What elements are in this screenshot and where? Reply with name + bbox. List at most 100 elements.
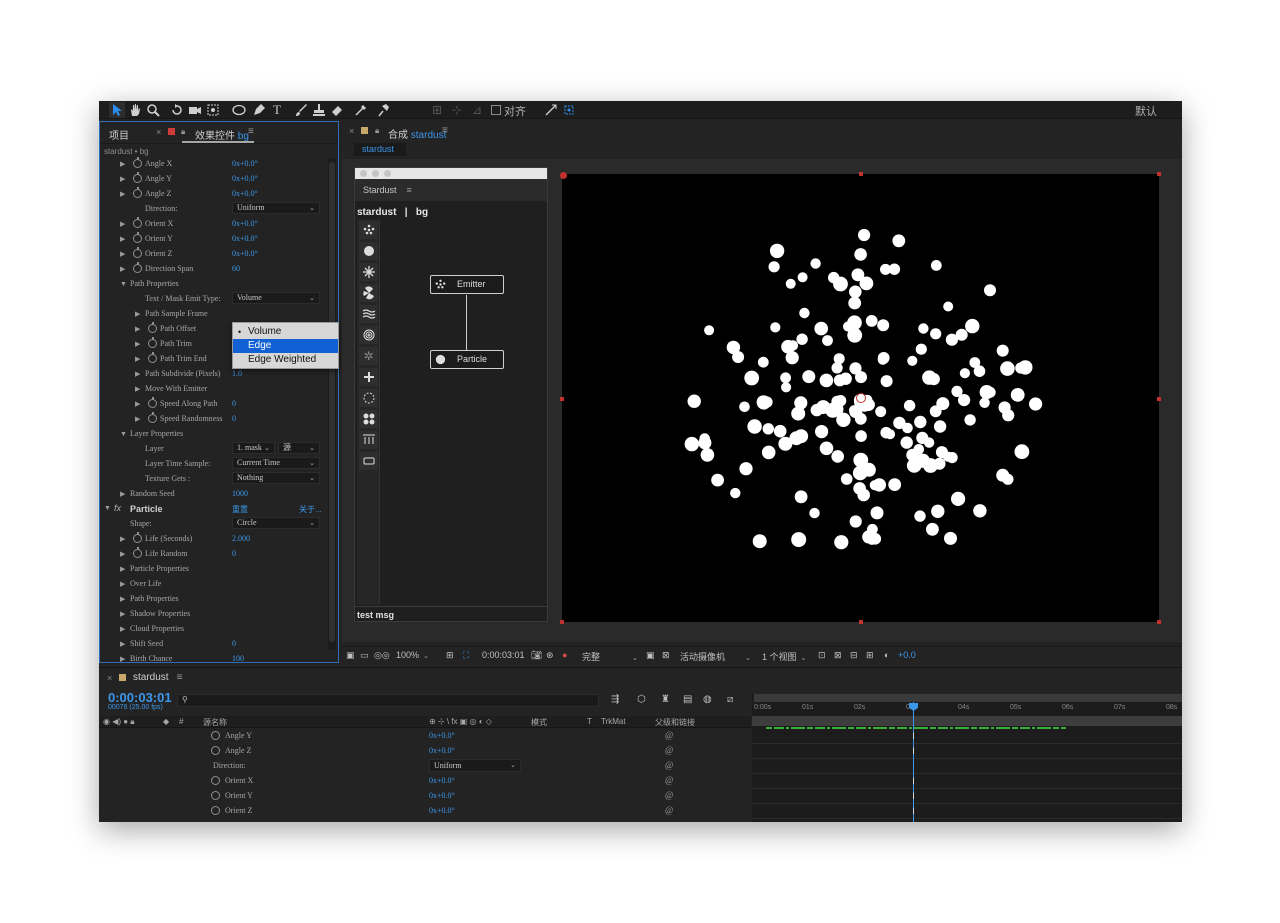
property-random-seed[interactable]: ▶ Random Seed 1000 — [100, 488, 326, 503]
comp-flowchart-tab[interactable]: stardust — [354, 143, 406, 156]
mask-visibility-icon[interactable]: ⛶ — [463, 650, 469, 661]
property-layer-time-sample[interactable]: Layer Time Sample: Current Time ⌄ — [100, 457, 326, 473]
about-link[interactable]: 关于... — [299, 504, 322, 515]
property-texture-gets[interactable]: Texture Gets : Nothing ⌄ — [100, 472, 326, 488]
snap-edges-icon[interactable] — [543, 102, 559, 118]
ripple-node-icon[interactable] — [359, 326, 378, 344]
camera-tool-icon[interactable] — [187, 102, 203, 118]
turbulence-node-icon[interactable] — [359, 305, 378, 323]
fit-icon[interactable]: ⊞ — [446, 650, 454, 661]
motion-blur-icon[interactable]: ◍ — [703, 694, 712, 705]
brush-tool-icon[interactable] — [293, 102, 309, 118]
toggle-pixel-icon[interactable]: ⊡ — [818, 650, 826, 661]
keyframe-marker[interactable]: I — [910, 777, 917, 786]
clone-stamp-tool-icon[interactable] — [311, 102, 327, 118]
workspace-default[interactable]: 默认 — [1135, 103, 1157, 119]
option-edge[interactable]: Edge — [233, 339, 338, 353]
emitter-node-icon[interactable] — [359, 221, 378, 239]
property-orient-z[interactable]: ▶ Orient Z 0x+0.0° — [100, 247, 326, 263]
effect-particle[interactable]: ▼ fx Particle 重置 关于... — [100, 503, 326, 518]
timeline-row-direction[interactable]: Direction: Uniform ⌄ @ — [99, 759, 751, 774]
transparency-grid-icon[interactable]: ⊠ — [662, 650, 670, 661]
shape-dropdown[interactable]: Circle ⌄ — [232, 517, 320, 529]
property-shape[interactable]: Shape: Circle ⌄ — [100, 517, 326, 533]
option-volume[interactable]: • Volume — [233, 325, 338, 339]
anchor-point-icon[interactable] — [856, 393, 866, 403]
emit-type-dropdown[interactable]: Volume ⌄ — [232, 292, 320, 304]
timeline-search-input[interactable]: ⚲ — [177, 694, 599, 707]
views-select[interactable]: 1 个视图 ⌄ — [762, 650, 806, 663]
particle-node[interactable]: Particle — [430, 350, 504, 369]
layer-handle-bottom-right[interactable] — [1157, 620, 1161, 624]
property-angle-y[interactable]: ▶ Angle Y 0x+0.0° — [100, 172, 326, 188]
close-icon[interactable]: × — [156, 127, 161, 137]
option-edge-weighted[interactable]: Edge Weighted — [233, 353, 338, 367]
direction-dropdown[interactable]: Uniform ⌄ — [232, 202, 320, 214]
exposure-value[interactable]: +0.0 — [898, 650, 916, 660]
flowchart-icon[interactable]: ⊞ — [866, 650, 874, 661]
property-path-sample-frame[interactable]: ▶ Path Sample Frame — [100, 308, 326, 323]
layer-handle-top-right[interactable] — [1157, 172, 1161, 176]
frame-blending-icon[interactable]: ▤ — [683, 694, 692, 705]
timeline-row-orient-y[interactable]: Orient Y 0x+0.0° @ — [99, 789, 751, 804]
resolution-select[interactable]: 完整 ⌄ — [582, 650, 638, 663]
layer-handle-top[interactable] — [859, 172, 863, 176]
layer-handle-right[interactable] — [1157, 397, 1161, 401]
timeline-ruler[interactable]: 0:00s 01s 02s 03s 04s 05s 06s 07s 08s I … — [752, 694, 1182, 822]
zoom-tool-icon[interactable] — [145, 102, 161, 118]
property-layer[interactable]: Layer 1. mask ⌄ 源 ⌄ — [100, 442, 326, 458]
camera-select[interactable]: 活动摄像机 ⌄ — [680, 650, 751, 663]
group-cloud-properties[interactable]: ▶ Cloud Properties — [100, 623, 326, 638]
align-checkbox[interactable] — [491, 105, 501, 115]
property-birth-chance[interactable]: ▶ Birth Chance 100 — [100, 653, 326, 668]
layer-handle-bottom[interactable] — [859, 620, 863, 624]
texture-gets-dropdown[interactable]: Nothing ⌄ — [232, 472, 320, 484]
lock-icon[interactable]: 🔒︎ — [375, 126, 379, 136]
particle-node-icon[interactable] — [359, 242, 378, 260]
disperse-node-icon[interactable]: ✲ — [359, 347, 378, 365]
property-direction[interactable]: Direction: Uniform ⌄ — [100, 202, 326, 218]
property-speed-randomness[interactable]: ▶ Speed Randomness 0 — [100, 412, 326, 428]
pen-tool-icon[interactable] — [251, 102, 267, 118]
timeline-row-angle-y[interactable]: Angle Y 0x+0.0° @ — [99, 729, 751, 744]
fan-node-icon[interactable] — [359, 284, 378, 302]
gravity-node-icon[interactable] — [359, 431, 378, 449]
timeline-row-orient-z[interactable]: Orient Z 0x+0.0° @ — [99, 804, 751, 819]
panel-menu-icon[interactable]: ≡ — [248, 126, 254, 137]
layer-dropdown[interactable]: 1. mask ⌄ — [232, 442, 275, 454]
timeline-direction-dropdown[interactable]: Uniform ⌄ — [429, 759, 521, 772]
fast-preview-icon[interactable]: ⊠ — [834, 650, 842, 661]
time-sample-dropdown[interactable]: Current Time ⌄ — [232, 457, 320, 469]
tab-effect-controls[interactable]: 效果控件 bg — [195, 127, 249, 142]
zoom-select[interactable]: 100% ⌄ — [396, 650, 429, 660]
add-node-icon[interactable] — [359, 368, 378, 386]
lock-icon[interactable]: 🔒︎ — [181, 127, 185, 137]
keyframe-marker[interactable]: I — [910, 732, 917, 741]
hand-tool-icon[interactable] — [127, 102, 143, 118]
emitter-node[interactable]: Emitter — [430, 275, 504, 294]
timeline-current-time[interactable]: 0:00:03:01 — [108, 690, 172, 705]
burst-node-icon[interactable] — [359, 263, 378, 281]
tab-project[interactable]: 项目 — [109, 127, 129, 142]
property-life-random[interactable]: ▶ Life Random 0 — [100, 547, 326, 563]
keyframe-marker[interactable]: I — [910, 747, 917, 756]
rotate-tool-icon[interactable] — [169, 102, 185, 118]
exposure-icon[interactable]: ◐ — [884, 650, 889, 660]
current-time-indicator[interactable] — [913, 702, 914, 822]
snap-features-icon[interactable] — [561, 102, 577, 118]
property-speed-along-path[interactable]: ▶ Speed Along Path 0 — [100, 397, 326, 413]
reset-link[interactable]: 重置 — [232, 504, 248, 515]
spin-node-icon[interactable] — [359, 389, 378, 407]
property-orient-y[interactable]: ▶ Orient Y 0x+0.0° — [100, 232, 326, 248]
group-node-icon[interactable] — [359, 410, 378, 428]
comp-mini-flowchart-icon[interactable]: ⇶ — [611, 694, 619, 705]
channel-icon[interactable]: ● — [562, 650, 567, 660]
close-icon[interactable]: × — [349, 126, 354, 136]
property-move-with-emitter[interactable]: ▶ Move With Emitter — [100, 383, 326, 398]
work-area-bar[interactable] — [752, 716, 1182, 726]
group-layer-properties[interactable]: ▼ Layer Properties — [100, 428, 326, 443]
timeline-icon[interactable]: ⊟ — [850, 650, 858, 661]
shy-layers-icon[interactable]: ♜ — [661, 694, 670, 705]
keyframe-marker[interactable]: I — [910, 792, 917, 801]
layer-anchor-handle[interactable] — [560, 172, 567, 179]
